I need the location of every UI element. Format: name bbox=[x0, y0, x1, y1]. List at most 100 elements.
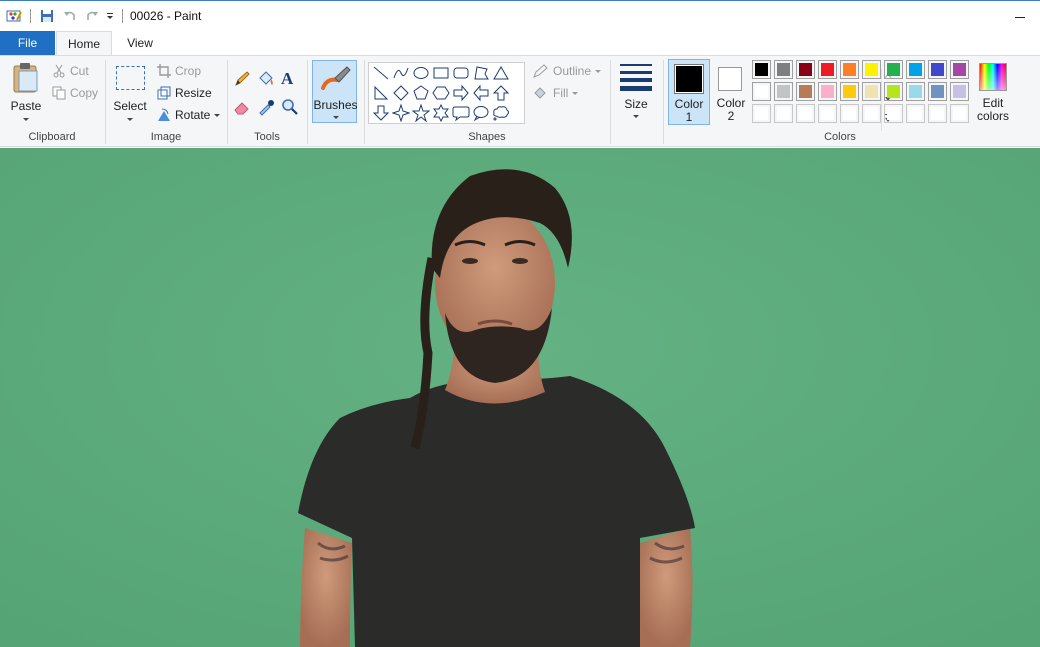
fill-bucket-icon bbox=[534, 87, 546, 99]
color-swatch[interactable] bbox=[752, 60, 771, 79]
magnifier-icon[interactable] bbox=[281, 98, 299, 116]
brushes-label: Brushes bbox=[313, 98, 358, 112]
select-label: Select bbox=[113, 99, 147, 113]
fill-button[interactable]: Fill bbox=[533, 84, 579, 102]
triangle-shape-icon[interactable] bbox=[491, 63, 511, 83]
color-swatch[interactable] bbox=[796, 104, 815, 123]
edit-colors-button[interactable]: Edit colors bbox=[974, 59, 1012, 125]
color-swatch[interactable] bbox=[796, 60, 815, 79]
window-title: 00026 - Paint bbox=[130, 9, 202, 23]
tab-file[interactable]: File bbox=[0, 31, 55, 55]
color-swatch[interactable] bbox=[752, 82, 771, 101]
color1-label-line2: 1 bbox=[685, 110, 693, 124]
select-button[interactable]: Select bbox=[111, 60, 149, 126]
right-triangle-shape-icon[interactable] bbox=[371, 83, 391, 103]
color2-button[interactable]: Color 2 bbox=[712, 59, 750, 125]
rounded-rectangle-shape-icon[interactable] bbox=[451, 63, 471, 83]
colors-group-label: Colors bbox=[824, 131, 856, 143]
color-swatch[interactable] bbox=[752, 104, 771, 123]
rotate-button[interactable]: Rotate bbox=[157, 106, 221, 124]
six-point-star-shape-icon[interactable] bbox=[431, 103, 451, 123]
color1-button[interactable]: Color 1 bbox=[668, 59, 710, 125]
five-point-star-shape-icon[interactable] bbox=[411, 103, 431, 123]
oval-shape-icon[interactable] bbox=[411, 63, 431, 83]
undo-icon[interactable] bbox=[61, 7, 79, 25]
redo-icon[interactable] bbox=[83, 7, 101, 25]
eraser-icon[interactable] bbox=[233, 98, 251, 116]
up-arrow-shape-icon[interactable] bbox=[491, 83, 511, 103]
hexagon-shape-icon[interactable] bbox=[431, 83, 451, 103]
color-swatch[interactable] bbox=[906, 82, 925, 101]
pencil-icon[interactable] bbox=[233, 70, 251, 88]
right-arrow-shape-icon[interactable] bbox=[451, 83, 471, 103]
color-swatch[interactable] bbox=[818, 104, 837, 123]
resize-button[interactable]: Resize bbox=[157, 84, 212, 102]
ribbon: Paste Cut Copy Clipboard Select Crop Res… bbox=[0, 55, 1040, 147]
four-point-star-shape-icon[interactable] bbox=[391, 103, 411, 123]
cut-button[interactable]: Cut bbox=[52, 62, 89, 80]
fill-bucket-icon[interactable] bbox=[257, 70, 275, 88]
color-swatch[interactable] bbox=[840, 82, 859, 101]
tab-view[interactable]: View bbox=[118, 31, 162, 55]
minimize-button[interactable] bbox=[1000, 5, 1040, 29]
down-arrow-shape-icon[interactable] bbox=[371, 103, 391, 123]
line-width-icon bbox=[620, 64, 652, 91]
diamond-shape-icon[interactable] bbox=[391, 83, 411, 103]
crop-button[interactable]: Crop bbox=[157, 62, 201, 80]
separator bbox=[122, 9, 123, 23]
rounded-callout-shape-icon[interactable] bbox=[451, 103, 471, 123]
shapes-gallery bbox=[368, 62, 892, 131]
color-swatch[interactable] bbox=[840, 60, 859, 79]
chevron-down-icon bbox=[333, 116, 339, 119]
paint-app-icon[interactable] bbox=[4, 7, 24, 25]
oval-callout-shape-icon[interactable] bbox=[471, 103, 491, 123]
color-swatch[interactable] bbox=[774, 104, 793, 123]
drawing-canvas[interactable] bbox=[0, 148, 1040, 647]
clipboard-group-label: Clipboard bbox=[28, 131, 76, 143]
customize-toolbar-icon[interactable] bbox=[104, 7, 116, 25]
color-swatch[interactable] bbox=[928, 104, 947, 123]
color-swatch[interactable] bbox=[774, 82, 793, 101]
ribbon-tabs: File Home View bbox=[0, 31, 1040, 56]
color-swatch[interactable] bbox=[862, 104, 881, 123]
color-swatch[interactable] bbox=[906, 104, 925, 123]
left-arrow-shape-icon[interactable] bbox=[471, 83, 491, 103]
chevron-down-icon bbox=[23, 118, 29, 121]
brushes-button[interactable]: Brushes bbox=[312, 60, 358, 123]
pentagon-shape-icon[interactable] bbox=[411, 83, 431, 103]
tab-home[interactable]: Home bbox=[56, 31, 112, 56]
paste-button[interactable]: Paste bbox=[6, 60, 46, 126]
color-swatch[interactable] bbox=[884, 60, 903, 79]
color1-swatch bbox=[674, 64, 704, 94]
line-shape-icon[interactable] bbox=[371, 63, 391, 83]
color-swatch[interactable] bbox=[862, 82, 881, 101]
rectangle-shape-icon[interactable] bbox=[431, 63, 451, 83]
polygon-shape-icon[interactable] bbox=[471, 63, 491, 83]
curve-shape-icon[interactable] bbox=[391, 63, 411, 83]
color-swatch[interactable] bbox=[950, 82, 969, 101]
chevron-down-icon bbox=[214, 113, 221, 117]
save-icon[interactable] bbox=[38, 7, 56, 25]
tools-group-label: Tools bbox=[254, 131, 280, 143]
color-swatch[interactable] bbox=[818, 82, 837, 101]
cloud-callout-shape-icon[interactable] bbox=[491, 103, 511, 123]
color-swatch[interactable] bbox=[774, 60, 793, 79]
color-picker-icon[interactable] bbox=[257, 98, 275, 116]
color-swatch[interactable] bbox=[950, 60, 969, 79]
color-swatch[interactable] bbox=[818, 60, 837, 79]
color-swatch[interactable] bbox=[884, 82, 903, 101]
copy-button[interactable]: Copy bbox=[52, 84, 98, 102]
color-swatch[interactable] bbox=[840, 104, 859, 123]
color-swatch[interactable] bbox=[796, 82, 815, 101]
color-swatch[interactable] bbox=[884, 104, 903, 123]
color-swatch[interactable] bbox=[928, 60, 947, 79]
color-swatch[interactable] bbox=[928, 82, 947, 101]
copy-icon bbox=[52, 86, 66, 100]
outline-button[interactable]: Outline bbox=[533, 62, 602, 80]
copy-label: Copy bbox=[70, 86, 99, 100]
size-button[interactable]: Size bbox=[616, 60, 656, 126]
text-icon[interactable]: A bbox=[281, 69, 299, 89]
color-swatch[interactable] bbox=[950, 104, 969, 123]
color-swatch[interactable] bbox=[862, 60, 881, 79]
color-swatch[interactable] bbox=[906, 60, 925, 79]
